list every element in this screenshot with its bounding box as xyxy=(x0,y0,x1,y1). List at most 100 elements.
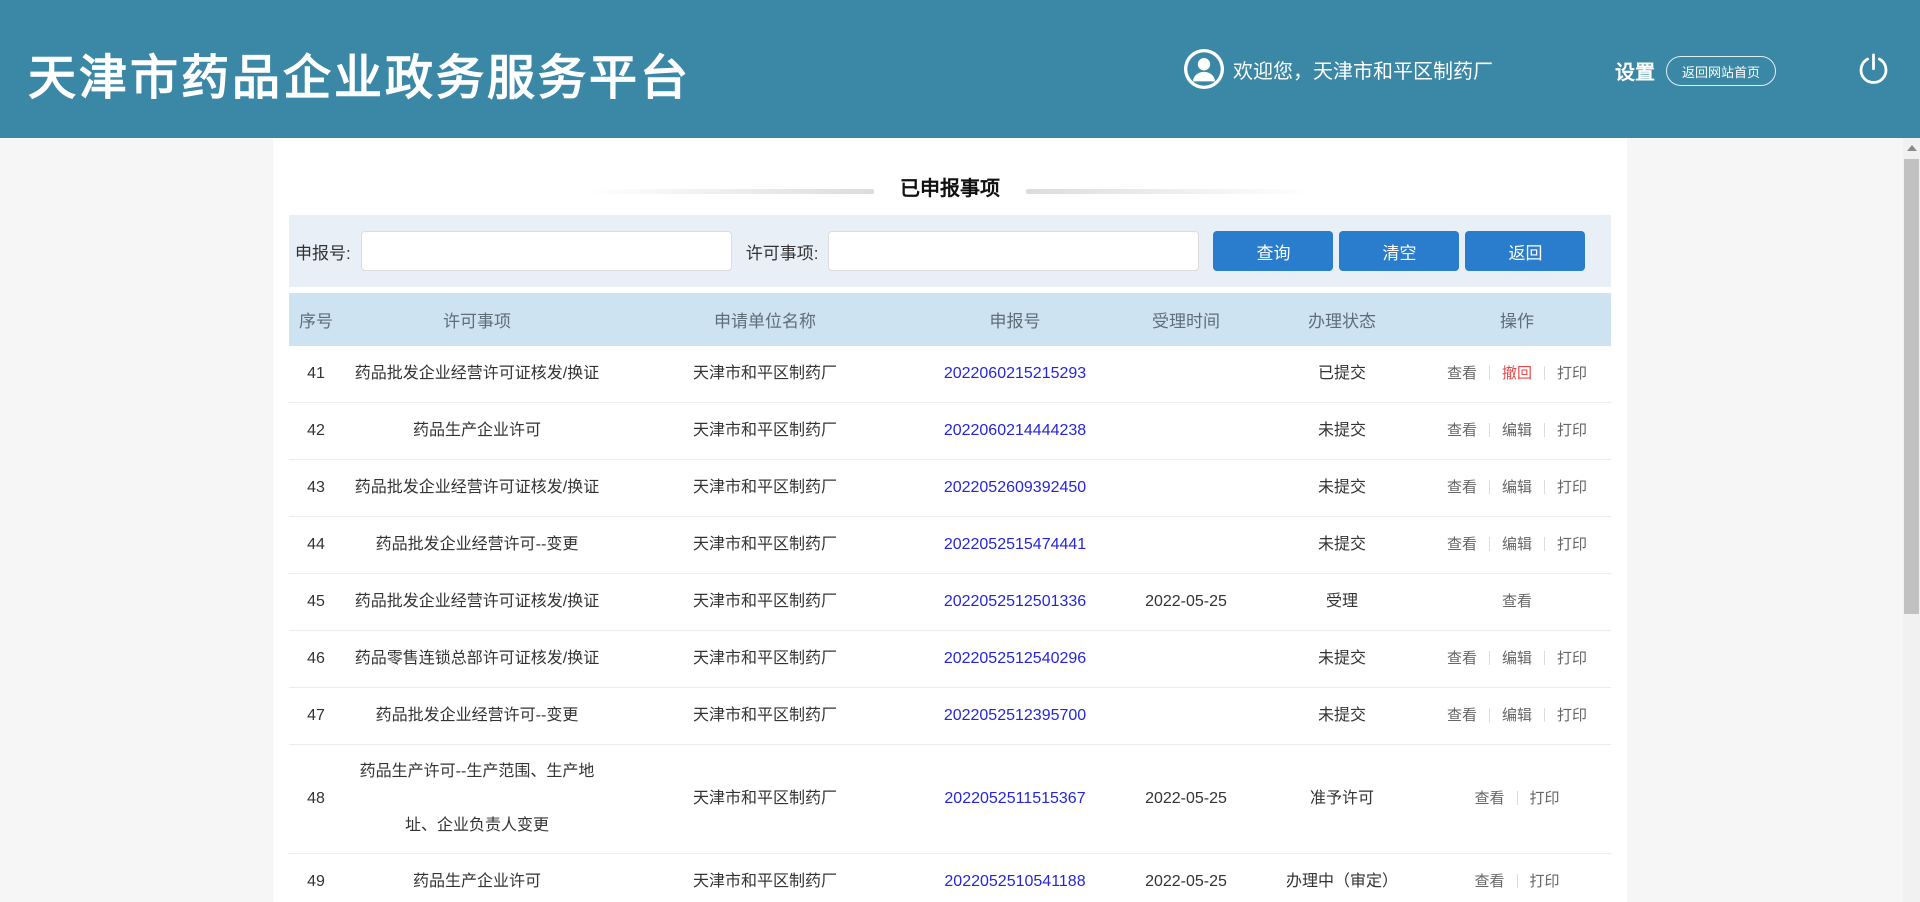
cell-company-name: 天津市和平区制药厂 xyxy=(611,402,919,460)
content-card: 已申报事项 申报号: 许可事项: 查询 清空 返回 序号 许可事项 申请单位名称 申报… xyxy=(273,138,1627,902)
cell-license-item: 药品生产企业许可 xyxy=(343,853,611,902)
declared-items-table: 序号 许可事项 申请单位名称 申报号 受理时间 办理状态 操作 41 药品批发企业经营许可证核… xyxy=(289,293,1611,902)
scrollbar-thumb[interactable] xyxy=(1904,159,1919,614)
cell-license-item: 药品批发企业经营许可证核发/换证 xyxy=(343,346,611,403)
action-link-3[interactable]: 打印 xyxy=(1557,707,1587,724)
cell-acceptance-date xyxy=(1111,459,1261,517)
action-separator xyxy=(1544,708,1545,722)
action-link-1[interactable]: 查看 xyxy=(1447,707,1477,724)
logout-power-icon[interactable] xyxy=(1855,51,1892,88)
cell-row-number: 47 xyxy=(289,687,343,745)
top-header-bar: 天津市药品企业政务服务平台 欢迎您，天津市和平区制药厂 设置 返回网站首页 xyxy=(0,0,1920,138)
action-link-1[interactable]: 查看 xyxy=(1447,650,1477,667)
action-link-3[interactable]: 打印 xyxy=(1557,422,1587,439)
cell-declaration-no: 2022052512540296 xyxy=(919,630,1111,688)
cell-declaration-no: 2022052515474441 xyxy=(919,516,1111,574)
declaration-no-link[interactable]: 2022052512540296 xyxy=(944,650,1086,667)
cell-row-number: 48 xyxy=(289,744,343,854)
action-link-1[interactable]: 查看 xyxy=(1474,790,1504,807)
action-link-2[interactable]: 编辑 xyxy=(1502,479,1532,496)
action-separator xyxy=(1488,423,1490,437)
cell-acceptance-date xyxy=(1111,687,1261,745)
action-link-1[interactable]: 查看 xyxy=(1502,593,1532,610)
table-row: 44 药品批发企业经营许可--变更 天津市和平区制药厂 202205251547444… xyxy=(289,516,1611,574)
action-link-3[interactable]: 打印 xyxy=(1557,365,1587,382)
action-link-3[interactable]: 打印 xyxy=(1557,650,1587,667)
action-link-1[interactable]: 查看 xyxy=(1447,365,1477,382)
column-header-6: 操作 xyxy=(1423,293,1611,346)
cell-status: 未提交 xyxy=(1261,687,1423,745)
action-link-2[interactable]: 编辑 xyxy=(1502,707,1532,724)
action-link-2[interactable]: 打印 xyxy=(1530,790,1560,807)
action-link-2[interactable]: 编辑 xyxy=(1502,650,1532,667)
cell-actions: 查看 编辑 打印 xyxy=(1423,630,1611,688)
query-button[interactable]: 查询 xyxy=(1213,231,1334,271)
page: 天津市药品企业政务服务平台 欢迎您，天津市和平区制药厂 设置 返回网站首页 已申… xyxy=(0,0,1920,902)
action-link-1[interactable]: 查看 xyxy=(1447,422,1477,439)
declaration-no-link[interactable]: 2022052512501336 xyxy=(944,593,1086,610)
cell-company-name: 天津市和平区制药厂 xyxy=(611,346,919,403)
action-link-3[interactable]: 打印 xyxy=(1557,536,1587,553)
cell-declaration-no: 2022052510541188 xyxy=(919,853,1111,902)
license-item-input[interactable] xyxy=(828,231,1200,271)
column-header-5: 办理状态 xyxy=(1261,293,1423,346)
cell-status: 未提交 xyxy=(1261,516,1423,574)
action-separator xyxy=(1544,480,1545,494)
cell-row-number: 41 xyxy=(289,346,343,403)
action-link-3[interactable]: 打印 xyxy=(1557,479,1587,496)
up-triangle-icon xyxy=(1906,144,1917,151)
action-separator xyxy=(1516,874,1518,888)
back-button[interactable]: 返回 xyxy=(1465,231,1586,271)
cell-actions: 查看 编辑 打印 xyxy=(1423,459,1611,517)
cell-actions: 查看 打印 xyxy=(1423,853,1611,902)
cell-acceptance-date xyxy=(1111,630,1261,688)
declaration-no-input[interactable] xyxy=(360,231,732,271)
cell-license-item: 药品零售连锁总部许可证核发/换证 xyxy=(343,630,611,688)
cell-actions: 查看 编辑 打印 xyxy=(1423,516,1611,574)
action-link-2[interactable]: 编辑 xyxy=(1502,422,1532,439)
cell-license-item: 药品生产企业许可 xyxy=(343,402,611,460)
cell-status: 未提交 xyxy=(1261,402,1423,460)
declaration-no-link[interactable]: 2022052511515367 xyxy=(944,790,1085,807)
cell-row-number: 49 xyxy=(289,853,343,902)
declaration-no-link[interactable]: 2022060214444238 xyxy=(944,422,1086,439)
declaration-no-link[interactable]: 2022052510541188 xyxy=(944,873,1085,890)
action-separator xyxy=(1488,651,1490,665)
cell-company-name: 天津市和平区制药厂 xyxy=(611,573,919,631)
cell-acceptance-date xyxy=(1111,516,1261,574)
cell-row-number: 45 xyxy=(289,573,343,631)
table-row: 41 药品批发企业经营许可证核发/换证 天津市和平区制药厂 2022060215215… xyxy=(289,346,1611,403)
page-title: 已申报事项 xyxy=(900,178,1000,200)
cell-declaration-no: 2022052609392450 xyxy=(919,459,1111,517)
cell-declaration-no: 2022052511515367 xyxy=(919,744,1111,854)
action-link-2[interactable]: 打印 xyxy=(1530,873,1560,890)
cell-actions: 查看 xyxy=(1423,573,1611,631)
cell-company-name: 天津市和平区制药厂 xyxy=(611,459,919,517)
cell-actions: 查看 撤回 打印 xyxy=(1423,346,1611,403)
site-title: 天津市药品企业政务服务平台 xyxy=(28,52,692,105)
action-link-1[interactable]: 查看 xyxy=(1474,873,1504,890)
action-link-1[interactable]: 查看 xyxy=(1447,536,1477,553)
back-to-homepage-button[interactable]: 返回网站首页 xyxy=(1666,56,1776,86)
declaration-no-link[interactable]: 2022060215215293 xyxy=(944,365,1086,382)
vertical-scrollbar[interactable] xyxy=(1903,138,1920,902)
action-link-2[interactable]: 编辑 xyxy=(1502,536,1532,553)
declaration-no-link[interactable]: 2022052609392450 xyxy=(944,479,1086,496)
cell-row-number: 43 xyxy=(289,459,343,517)
column-header-0: 序号 xyxy=(289,293,343,346)
scrollbar-up-arrow[interactable] xyxy=(1903,138,1920,157)
declaration-no-link[interactable]: 2022052512395700 xyxy=(944,707,1086,724)
cell-status: 受理 xyxy=(1261,573,1423,631)
declaration-no-link[interactable]: 2022052515474441 xyxy=(944,536,1086,553)
cell-license-item: 药品生产许可--生产范围、生产地址、企业负责人变更 xyxy=(343,744,611,854)
cell-declaration-no: 2022052512501336 xyxy=(919,573,1111,631)
action-link-2[interactable]: 撤回 xyxy=(1502,365,1532,382)
title-decor-line-right xyxy=(1026,189,1311,194)
table-row: 45 药品批发企业经营许可证核发/换证 天津市和平区制药厂 2022052512501… xyxy=(289,573,1611,631)
settings-link[interactable]: 设置 xyxy=(1615,56,1655,85)
cell-declaration-no: 2022060215215293 xyxy=(919,346,1111,403)
cell-declaration-no: 2022052512395700 xyxy=(919,687,1111,745)
license-item-label: 许可事项: xyxy=(745,243,819,263)
action-link-1[interactable]: 查看 xyxy=(1447,479,1477,496)
clear-button[interactable]: 清空 xyxy=(1339,231,1460,271)
